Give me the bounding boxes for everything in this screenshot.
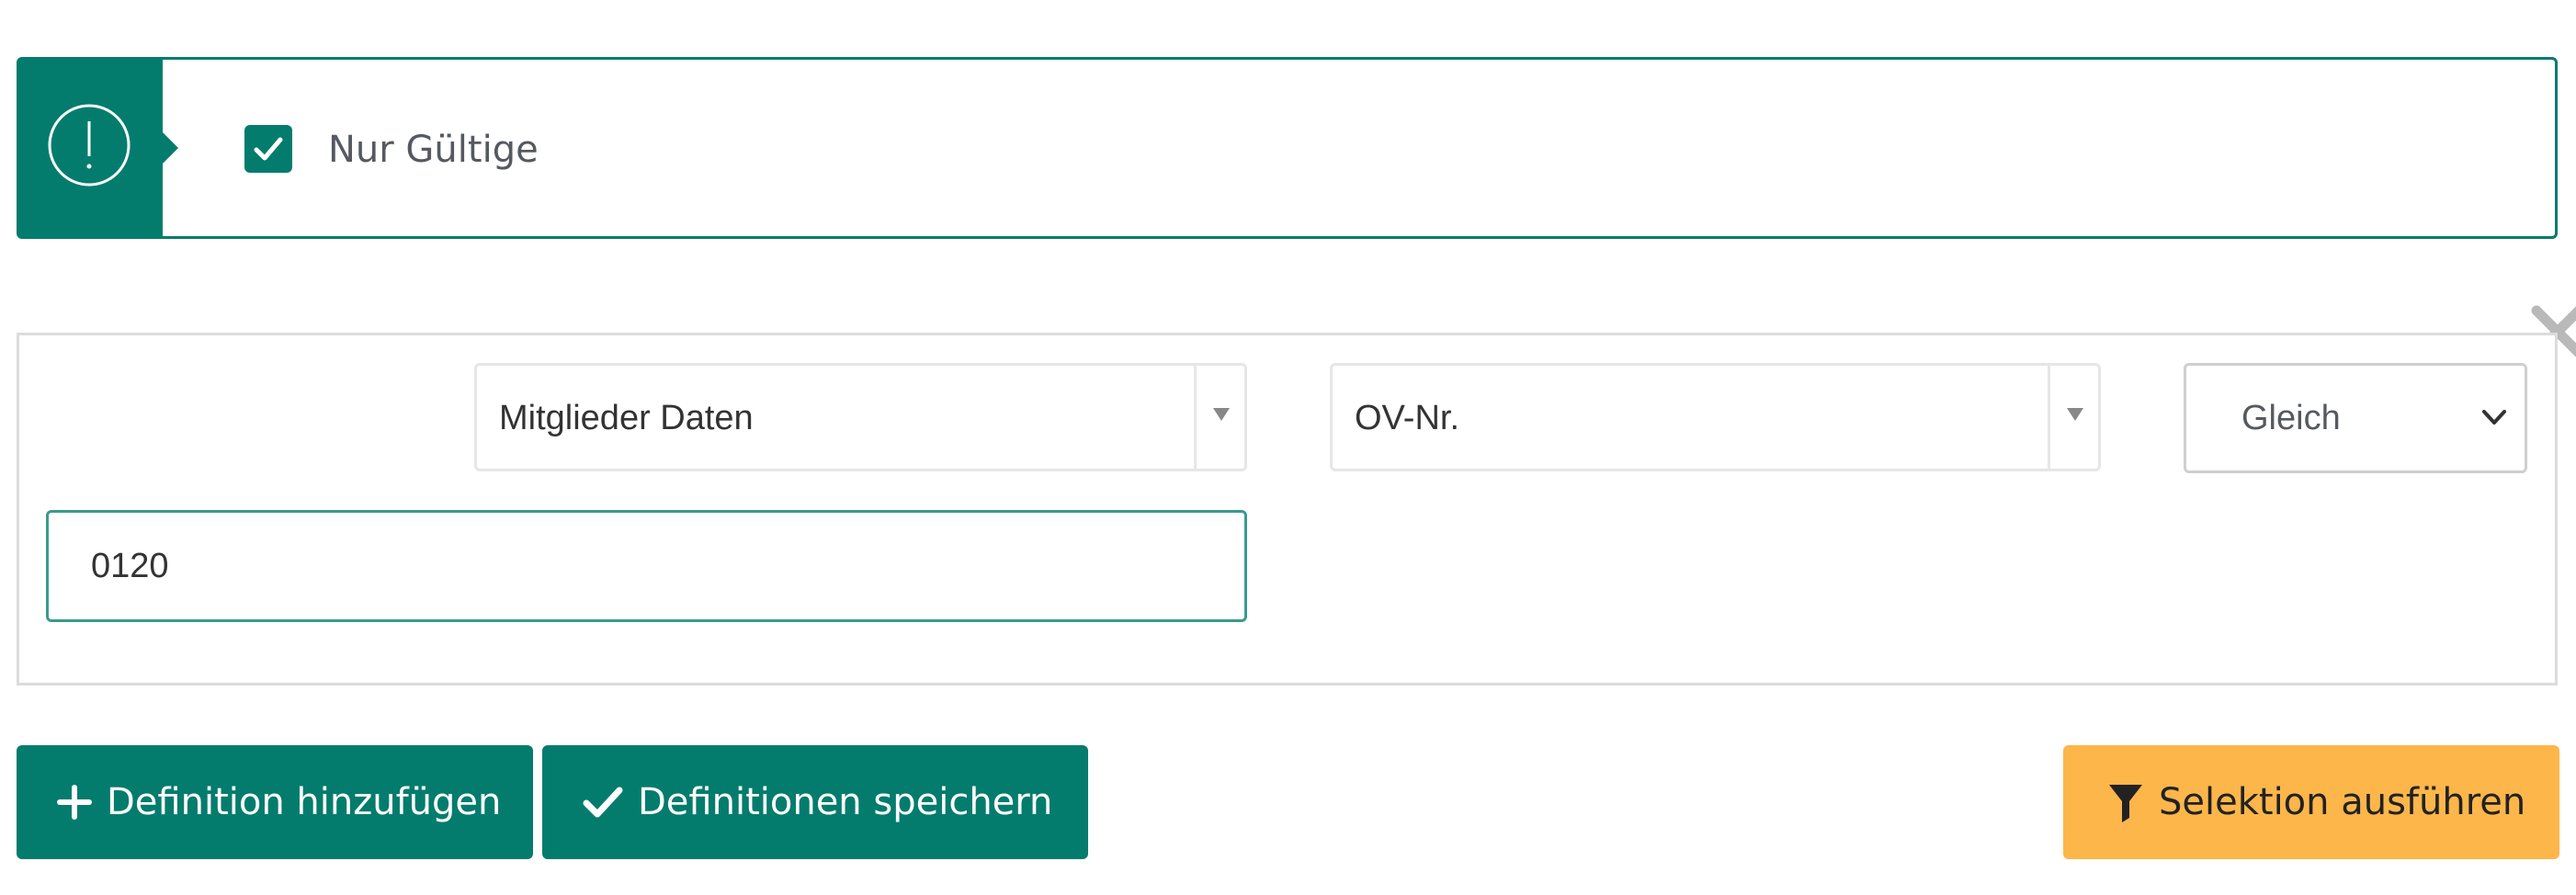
- filter-icon: [2109, 785, 2142, 822]
- selection-page: Nur Gültige Mitglieder Daten OV-Nr. Glei…: [0, 0, 2576, 895]
- only-valid-checkbox[interactable]: [244, 125, 292, 173]
- caret-down-icon: [1213, 408, 1230, 421]
- notice-icon-box: [19, 60, 163, 236]
- run-selection-button[interactable]: Selektion ausführen: [2063, 745, 2559, 859]
- operator-select[interactable]: Gleich: [2184, 363, 2527, 473]
- value-input[interactable]: [46, 510, 1247, 622]
- save-definitions-button[interactable]: Definitionen speichern: [542, 745, 1088, 859]
- check-icon: [254, 137, 283, 161]
- select-divider: [2048, 366, 2050, 469]
- field-select-value: OV-Nr.: [1355, 399, 1460, 437]
- field-select[interactable]: OV-Nr.: [1330, 363, 2101, 471]
- save-definitions-label: Definitionen speichern: [638, 781, 1053, 823]
- exclamation-circle-icon: [48, 104, 131, 187]
- add-definition-label: Definition hinzufügen: [107, 781, 502, 823]
- table-select[interactable]: Mitglieder Daten: [474, 363, 1247, 471]
- table-select-value: Mitglieder Daten: [499, 399, 754, 437]
- select-divider: [1194, 366, 1197, 469]
- add-definition-button[interactable]: Definition hinzufügen: [17, 745, 533, 859]
- caret-down-icon: [2067, 408, 2083, 421]
- chevron-down-icon: [2482, 410, 2506, 425]
- only-valid-label[interactable]: Nur Gültige: [328, 128, 539, 172]
- run-selection-label: Selektion ausführen: [2159, 781, 2526, 823]
- plus-icon: [57, 785, 92, 820]
- check-icon: [583, 787, 623, 818]
- definition-row: [17, 333, 2558, 685]
- notice-panel: Nur Gültige: [17, 57, 2558, 239]
- notice-arrow: [163, 132, 178, 164]
- operator-select-value: Gleich: [2241, 399, 2341, 437]
